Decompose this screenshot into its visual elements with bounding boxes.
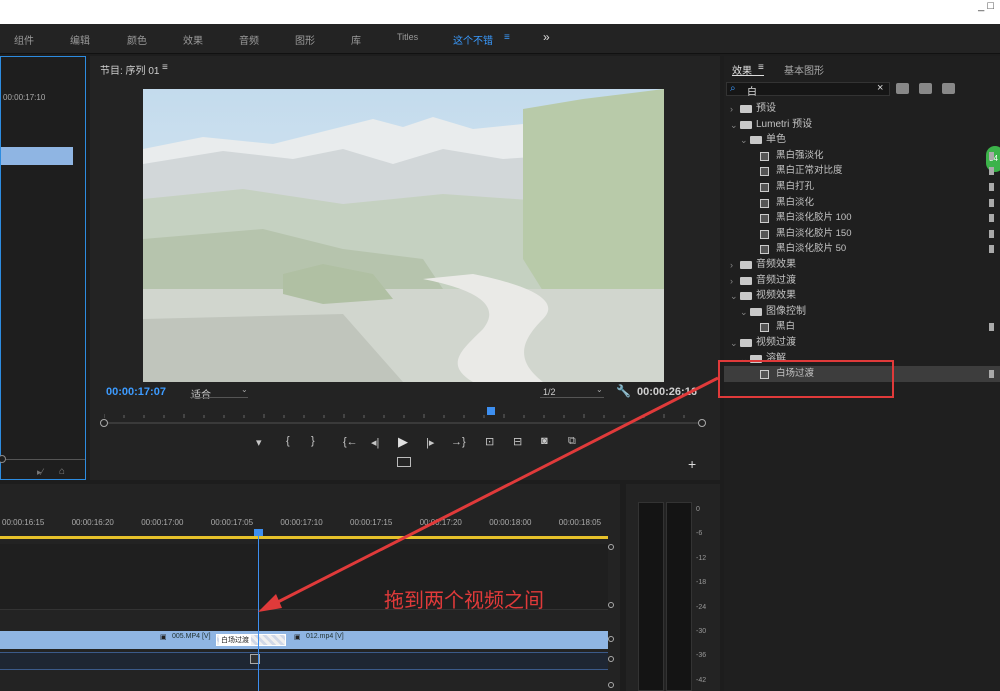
annotation-text: 拖到两个视频之间	[384, 588, 544, 612]
